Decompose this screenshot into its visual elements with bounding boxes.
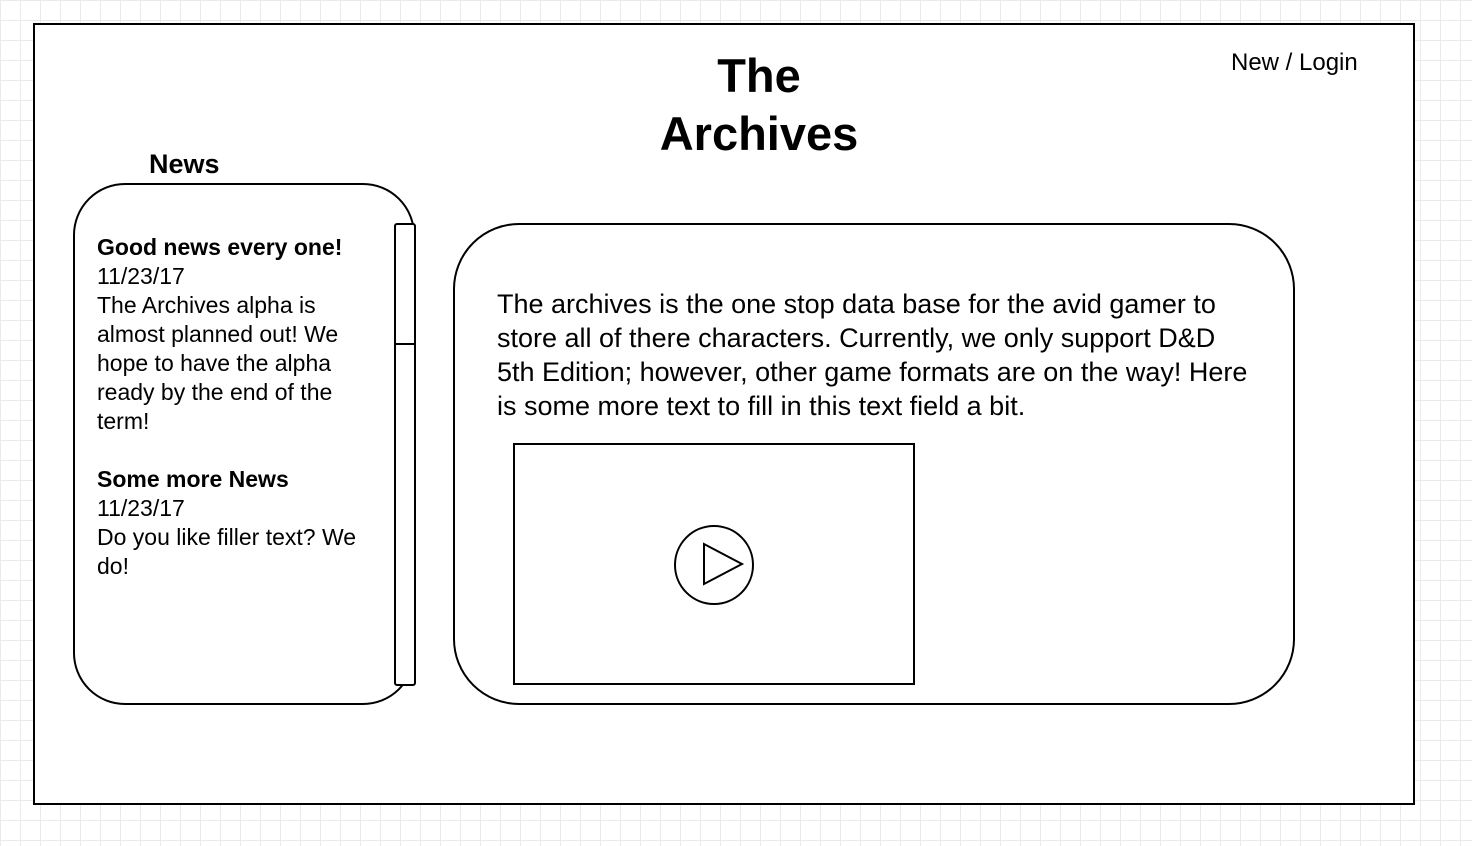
scrollbar-thumb[interactable]: [396, 225, 414, 345]
video-player[interactable]: [513, 443, 915, 685]
content-panel: The archives is the one stop data base f…: [453, 223, 1295, 705]
news-item-body: The Archives alpha is almost planned out…: [97, 292, 339, 434]
news-item-title: Good news every one!: [97, 234, 343, 260]
login-link[interactable]: New / Login: [1231, 49, 1358, 77]
news-item-title: Some more News: [97, 466, 289, 492]
news-item: Good news every one! 11/23/17 The Archiv…: [97, 233, 387, 436]
page-title: The Archives: [659, 49, 859, 160]
news-item-date: 11/23/17: [97, 495, 185, 521]
app-window: The Archives New / Login News Good news …: [33, 23, 1415, 805]
description-text: The archives is the one stop data base f…: [497, 289, 1248, 421]
news-scrollbar[interactable]: [394, 223, 416, 686]
news-item-date: 11/23/17: [97, 263, 185, 289]
news-item-body: Do you like filler text? We do!: [97, 524, 357, 579]
news-panel: Good news every one! 11/23/17 The Archiv…: [73, 183, 415, 705]
play-icon[interactable]: [673, 524, 755, 606]
news-item: Some more News 11/23/17 Do you like fill…: [97, 465, 387, 581]
news-list: Good news every one! 11/23/17 The Archiv…: [97, 233, 387, 610]
news-heading: News: [149, 149, 220, 179]
